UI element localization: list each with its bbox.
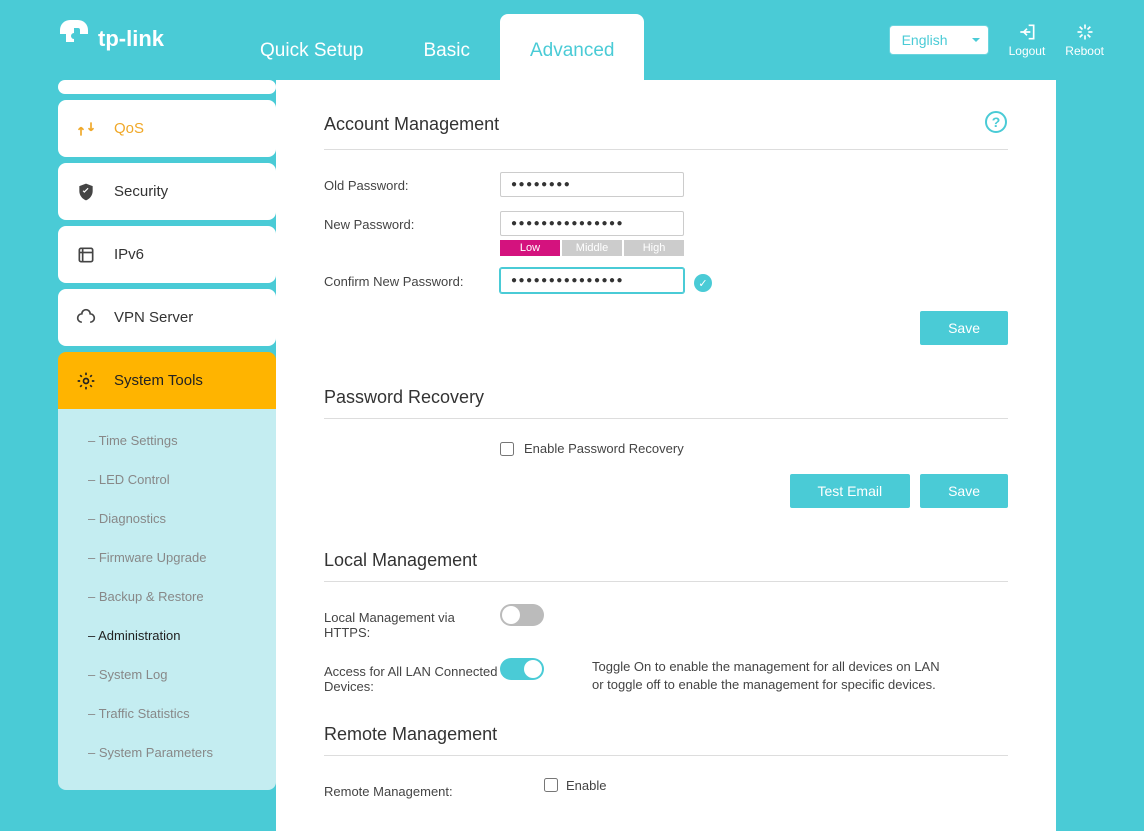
sub-administration[interactable]: Administration — [58, 616, 276, 655]
gear-icon — [76, 371, 96, 391]
save-account-button[interactable]: Save — [920, 311, 1008, 345]
access-all-label: Access for All LAN Connected Devices: — [324, 658, 500, 694]
sidebar-item-systools[interactable]: System Tools — [58, 352, 276, 409]
tab-advanced[interactable]: Advanced — [500, 14, 645, 80]
sidebar-item-security[interactable]: Security — [58, 163, 276, 220]
sidebar-item-blank[interactable] — [58, 80, 276, 94]
svg-text:?: ? — [992, 114, 1001, 130]
tab-basic[interactable]: Basic — [394, 14, 500, 80]
sub-led-control[interactable]: LED Control — [58, 460, 276, 499]
section-title-remote: Remote Management — [324, 724, 497, 745]
password-strength: Low Middle High — [500, 240, 1008, 256]
remote-enable-label: Enable — [566, 778, 606, 793]
sub-diagnostics[interactable]: Diagnostics — [58, 499, 276, 538]
sub-system-parameters[interactable]: System Parameters — [58, 733, 276, 772]
reboot-button[interactable]: Reboot — [1065, 22, 1104, 58]
sub-backup-restore[interactable]: Backup & Restore — [58, 577, 276, 616]
strength-high: High — [624, 240, 684, 256]
language-select[interactable]: English — [889, 25, 989, 55]
sub-firmware-upgrade[interactable]: Firmware Upgrade — [58, 538, 276, 577]
strength-low: Low — [500, 240, 560, 256]
section-title-local: Local Management — [324, 550, 477, 571]
shield-icon — [76, 182, 96, 202]
sidebar-item-qos[interactable]: QoS — [58, 100, 276, 157]
logout-icon — [1017, 22, 1037, 42]
old-password-label: Old Password: — [324, 172, 500, 193]
enable-recovery-checkbox[interactable] — [500, 442, 514, 456]
sub-time-settings[interactable]: Time Settings — [58, 421, 276, 460]
brand-logo: tp-link — [60, 16, 190, 64]
logout-label: Logout — [1009, 44, 1046, 58]
sidebar-item-ipv6[interactable]: IPv6 — [58, 226, 276, 283]
save-recovery-button[interactable]: Save — [920, 474, 1008, 508]
test-email-button[interactable]: Test Email — [790, 474, 911, 508]
remote-enable-checkbox[interactable] — [544, 778, 558, 792]
reboot-icon — [1075, 22, 1095, 42]
confirm-password-label: Confirm New Password: — [324, 268, 500, 289]
vpn-icon — [76, 308, 96, 328]
qos-icon — [76, 119, 96, 139]
remote-mgmt-label: Remote Management: — [324, 778, 544, 799]
sidebar-label-ipv6: IPv6 — [114, 246, 144, 263]
check-icon: ✓ — [694, 274, 712, 292]
old-password-input[interactable]: ●●●●●●●● — [500, 172, 684, 197]
ipv6-icon — [76, 245, 96, 265]
reboot-label: Reboot — [1065, 44, 1104, 58]
sub-system-log[interactable]: System Log — [58, 655, 276, 694]
section-title-account: Account Management — [324, 114, 499, 135]
new-password-label: New Password: — [324, 211, 500, 232]
sidebar-label-security: Security — [114, 183, 168, 200]
help-icon[interactable]: ? — [984, 110, 1008, 139]
https-toggle[interactable] — [500, 604, 544, 626]
sidebar-label-systools: System Tools — [114, 372, 203, 389]
tab-quick-setup[interactable]: Quick Setup — [230, 14, 394, 80]
enable-recovery-label: Enable Password Recovery — [524, 441, 684, 456]
access-help-text: Toggle On to enable the management for a… — [592, 658, 952, 694]
section-title-recovery: Password Recovery — [324, 387, 484, 408]
sidebar-label-qos: QoS — [114, 120, 144, 137]
https-label: Local Management via HTTPS: — [324, 604, 500, 640]
confirm-password-input[interactable]: ●●●●●●●●●●●●●●● — [500, 268, 684, 293]
sub-traffic-statistics[interactable]: Traffic Statistics — [58, 694, 276, 733]
sidebar-label-vpn: VPN Server — [114, 309, 193, 326]
logout-button[interactable]: Logout — [1009, 22, 1046, 58]
strength-middle: Middle — [562, 240, 622, 256]
sidebar-item-vpn[interactable]: VPN Server — [58, 289, 276, 346]
svg-text:tp-link: tp-link — [98, 26, 165, 51]
access-all-toggle[interactable] — [500, 658, 544, 680]
new-password-input[interactable]: ●●●●●●●●●●●●●●● — [500, 211, 684, 236]
systools-submenu: Time Settings LED Control Diagnostics Fi… — [58, 409, 276, 790]
